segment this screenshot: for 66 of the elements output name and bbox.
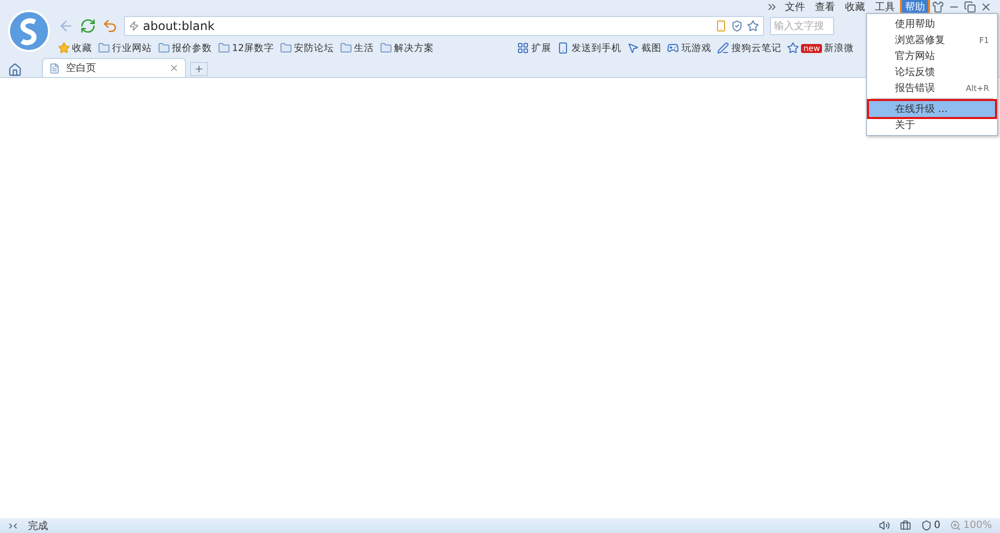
lightning-icon (129, 21, 139, 31)
bookmark-link[interactable]: 报价参数 (172, 42, 212, 54)
browser-tab[interactable]: 空白页 (42, 58, 186, 77)
refresh-icon[interactable] (80, 18, 96, 34)
note-icon (717, 42, 730, 54)
speaker-icon[interactable] (879, 520, 890, 531)
search-field[interactable]: 输入文字搜 (770, 17, 834, 35)
grid-icon (517, 42, 530, 54)
menu-item[interactable]: 关于 (869, 117, 995, 133)
zoom-icon[interactable] (950, 520, 962, 531)
phone-icon[interactable] (715, 20, 727, 32)
address-field[interactable]: about:blank (124, 16, 764, 36)
new-tab-button[interactable] (190, 62, 208, 76)
tab-title: 空白页 (66, 62, 97, 75)
shield-icon[interactable] (921, 520, 932, 531)
close-tab-icon[interactable] (169, 63, 179, 73)
restore-icon[interactable] (964, 1, 976, 13)
menu-item[interactable]: 使用帮助 (869, 16, 995, 32)
shortcut-label: Alt+R (966, 84, 989, 92)
bookmark-link[interactable]: 行业网站 (112, 42, 152, 54)
star-icon[interactable] (747, 20, 759, 32)
briefcase-icon[interactable] (900, 520, 912, 531)
phone-icon (557, 42, 570, 54)
browser-logo-icon (8, 10, 50, 52)
shield-icon[interactable] (731, 20, 743, 32)
bookmark-link[interactable]: 解决方案 (394, 42, 434, 54)
cursor-icon (627, 42, 640, 54)
new-badge: new (801, 44, 822, 52)
folder-icon (158, 42, 170, 54)
close-icon[interactable] (980, 1, 992, 13)
bookmark-link[interactable]: 生活 (354, 42, 374, 54)
toolbar-link[interactable]: 新浪微 (824, 42, 854, 54)
menu-item[interactable]: 报告错误 Alt+R (869, 80, 995, 96)
more-icon[interactable] (766, 1, 778, 13)
star-icon (58, 42, 70, 54)
menu-item[interactable]: 帮助 (902, 0, 928, 14)
menu-item[interactable]: 论坛反馈 (869, 64, 995, 80)
bookmark-link[interactable]: 收藏 (72, 42, 92, 54)
toolbar-link[interactable]: 搜狗云笔记 (731, 42, 782, 54)
toolbar-link[interactable]: 玩游戏 (681, 42, 712, 54)
menu-item[interactable]: 浏览器修复 F1 (869, 32, 995, 48)
menu-item[interactable]: 在线升级 ... (869, 101, 995, 117)
folder-icon (280, 42, 292, 54)
folder-icon (380, 42, 392, 54)
menu-item[interactable]: 查看 (812, 0, 838, 14)
menu-item[interactable]: 工具 (872, 0, 898, 14)
plus-icon (194, 64, 204, 74)
menu-item[interactable]: 文件 (782, 0, 808, 14)
toolbar-link[interactable]: 截图 (641, 42, 662, 54)
shortcut-label: F1 (979, 36, 989, 44)
folder-icon (340, 42, 352, 54)
menu-item[interactable]: 官方网站 (869, 48, 995, 64)
toolbar-link[interactable]: 发送到手机 (571, 42, 622, 54)
folder-icon (98, 42, 110, 54)
home-icon[interactable] (8, 63, 22, 77)
shield-count: 0 (934, 520, 940, 531)
status-text: 完成 (28, 520, 48, 532)
menu-item[interactable]: 收藏 (842, 0, 868, 14)
skin-icon[interactable] (932, 1, 944, 13)
page-icon (49, 62, 60, 74)
bookmark-link[interactable]: 安防论坛 (294, 42, 334, 54)
bookmark-link[interactable]: 12屏数字 (232, 42, 274, 54)
toolbar-link[interactable]: 扩展 (531, 42, 552, 54)
game-icon (667, 42, 680, 54)
undo-icon[interactable] (102, 18, 118, 34)
folder-icon (218, 42, 230, 54)
